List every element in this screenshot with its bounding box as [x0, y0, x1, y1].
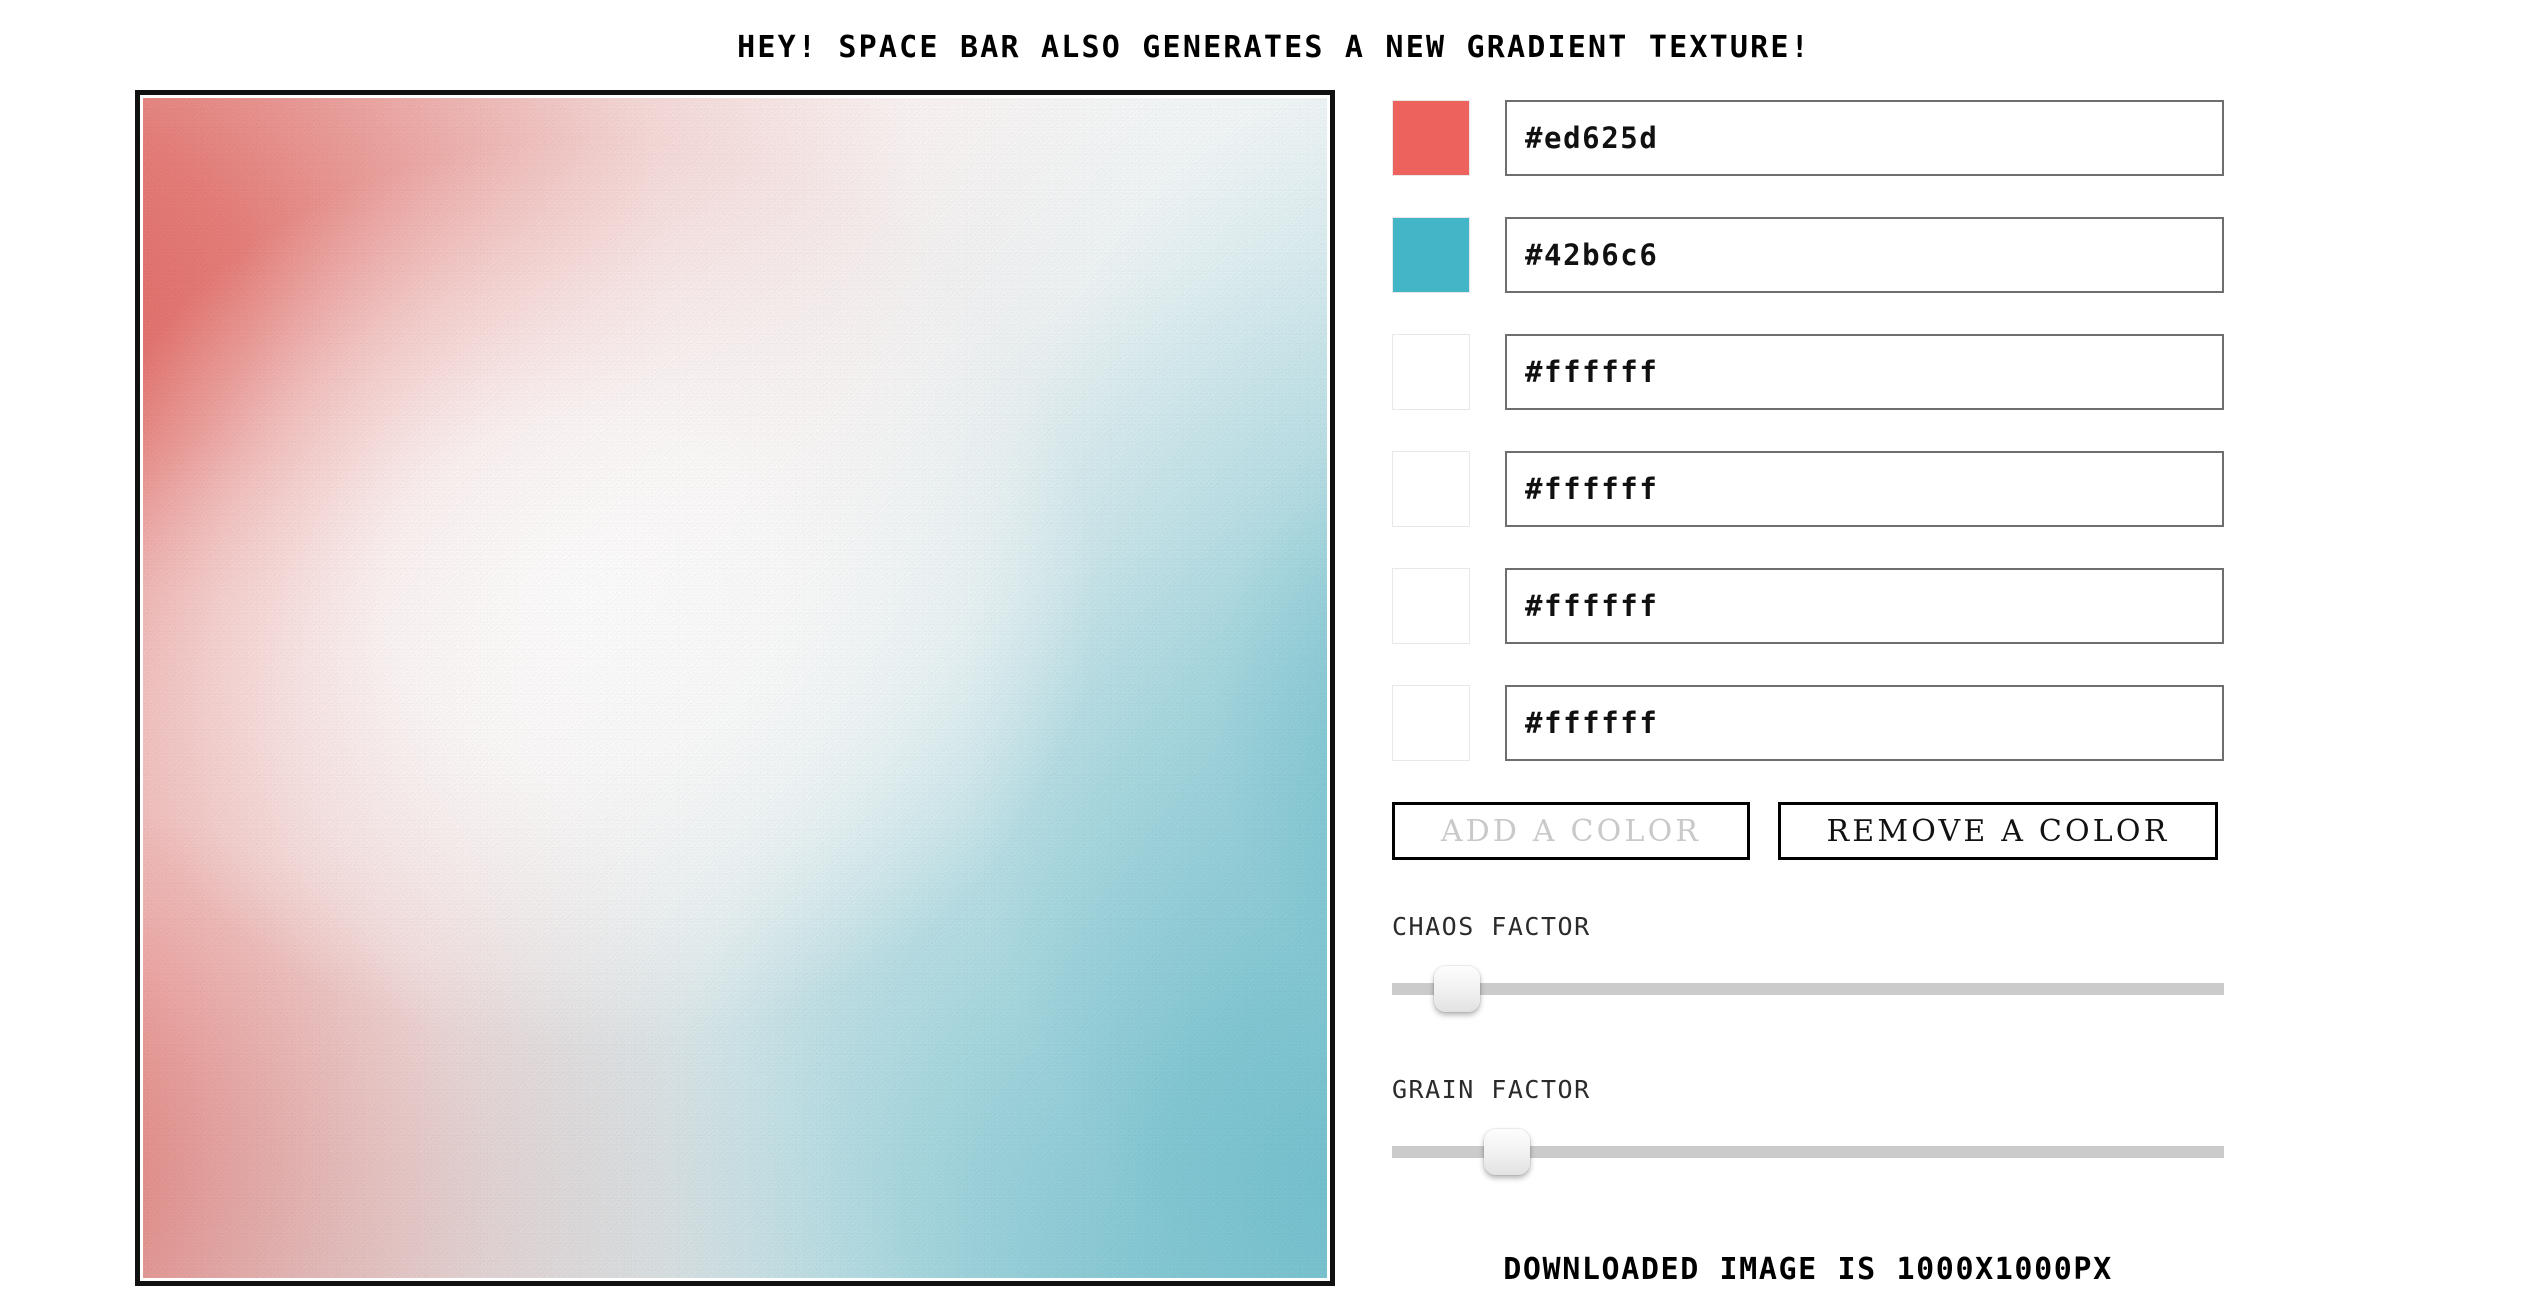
grain-factor-thumb[interactable]	[1484, 1129, 1530, 1175]
gradient-preview-canvas[interactable]	[143, 98, 1327, 1278]
hex-input-1[interactable]: #ed625d	[1505, 100, 2224, 176]
add-color-button[interactable]: ADD A COLOR	[1392, 802, 1750, 860]
grain-factor-slider[interactable]	[1392, 1129, 2224, 1175]
hex-input-4[interactable]: #ffffff	[1505, 451, 2224, 527]
chaos-factor-thumb[interactable]	[1434, 966, 1480, 1012]
grain-factor-control: GRAIN FACTOR	[1392, 1075, 2224, 1175]
chaos-factor-track[interactable]	[1392, 983, 2224, 995]
grain-factor-label: GRAIN FACTOR	[1392, 1075, 1591, 1104]
gradient-preview-frame[interactable]	[135, 90, 1335, 1286]
color-swatch-6[interactable]	[1392, 685, 1470, 761]
color-swatch-2[interactable]	[1392, 217, 1470, 293]
controls-panel: #ed625d #42b6c6 #ffffff #ffffff #ffffff …	[1392, 100, 2224, 1175]
download-size-note: DOWNLOADED IMAGE IS 1000X1000PX	[1503, 1252, 2113, 1287]
chaos-factor-slider[interactable]	[1392, 966, 2224, 1012]
color-row: #ffffff	[1392, 568, 2224, 644]
hex-input-3[interactable]: #ffffff	[1505, 334, 2224, 410]
chaos-factor-label: CHAOS FACTOR	[1392, 912, 1591, 941]
hex-input-6[interactable]: #ffffff	[1505, 685, 2224, 761]
color-row: #ffffff	[1392, 685, 2224, 761]
hex-input-2[interactable]: #42b6c6	[1505, 217, 2224, 293]
color-swatch-5[interactable]	[1392, 568, 1470, 644]
color-row: #42b6c6	[1392, 217, 2224, 293]
color-row: #ffffff	[1392, 451, 2224, 527]
color-swatch-1[interactable]	[1392, 100, 1470, 176]
color-swatch-4[interactable]	[1392, 451, 1470, 527]
gradient-grain-overlay-2	[143, 98, 1327, 1278]
color-row: #ed625d	[1392, 100, 2224, 176]
hex-input-5[interactable]: #ffffff	[1505, 568, 2224, 644]
color-swatch-3[interactable]	[1392, 334, 1470, 410]
color-row: #ffffff	[1392, 334, 2224, 410]
color-action-buttons: ADD A COLOR REMOVE A COLOR	[1392, 802, 2224, 860]
remove-color-button[interactable]: REMOVE A COLOR	[1778, 802, 2218, 860]
chaos-factor-control: CHAOS FACTOR	[1392, 912, 2224, 1012]
page-title: HEY! SPACE BAR ALSO GENERATES A NEW GRAD…	[737, 30, 1811, 65]
